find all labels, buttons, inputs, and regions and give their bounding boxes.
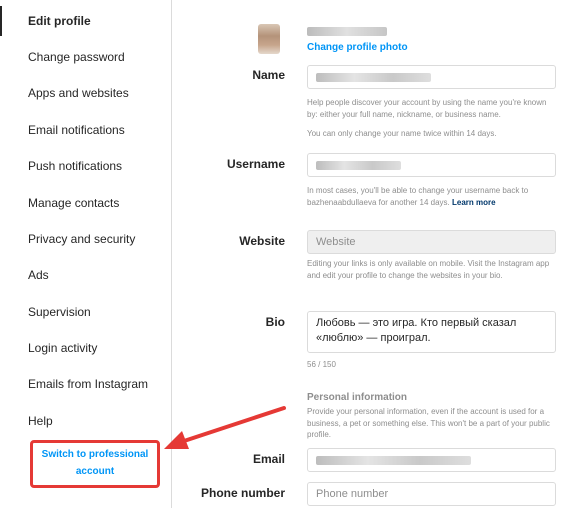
settings-sidebar: Edit profile Change password Apps and we… <box>0 0 172 508</box>
sidebar-item-emails-from-instagram[interactable]: Emails from Instagram <box>0 369 171 399</box>
learn-more-link[interactable]: Learn more <box>452 198 496 207</box>
name-change-limit-text: You can only change your name twice with… <box>307 129 497 138</box>
name-label: Name <box>252 68 285 82</box>
sidebar-item-email-notifications[interactable]: Email notifications <box>0 115 171 145</box>
sidebar-item-edit-profile[interactable]: Edit profile <box>0 6 171 36</box>
switch-to-professional-link[interactable]: Switch to professional account <box>33 443 157 480</box>
name-value-blurred <box>316 72 431 82</box>
website-input: Website <box>307 230 556 254</box>
sidebar-item-apps-and-websites[interactable]: Apps and websites <box>0 78 171 108</box>
sidebar-item-login-activity[interactable]: Login activity <box>0 333 171 363</box>
personal-information-heading: Personal information <box>307 392 408 403</box>
name-help-text: Help people discover your account by usi… <box>307 98 547 119</box>
sidebar-item-manage-contacts[interactable]: Manage contacts <box>0 188 171 218</box>
username-label: Username <box>226 157 285 171</box>
sidebar-item-push-notifications[interactable]: Push notifications <box>0 151 171 181</box>
sidebar-item-help[interactable]: Help <box>0 406 171 436</box>
change-profile-photo-link[interactable]: Change profile photo <box>307 42 408 53</box>
phone-number-label: Phone number <box>200 486 285 500</box>
bio-textarea[interactable]: Любовь — это игра. Кто первый сказал «лю… <box>307 311 556 353</box>
bio-label: Bio <box>265 315 285 329</box>
sidebar-item-supervision[interactable]: Supervision <box>0 297 171 327</box>
email-input[interactable] <box>307 448 556 472</box>
personal-information-help: Provide your personal information, even … <box>307 407 550 439</box>
bio-character-counter: 56 / 150 <box>307 360 336 369</box>
username-input[interactable] <box>307 153 556 177</box>
phone-number-input[interactable]: Phone number <box>307 482 556 506</box>
name-input[interactable] <box>307 65 556 89</box>
email-label: Email <box>252 452 285 466</box>
sidebar-item-ads[interactable]: Ads <box>0 260 171 290</box>
edit-profile-page: Edit profile Change password Apps and we… <box>0 0 568 508</box>
sidebar-item-change-password[interactable]: Change password <box>0 42 171 72</box>
username-help-text: In most cases, you'll be able to change … <box>307 185 559 208</box>
username-value-blurred <box>316 160 401 170</box>
sidebar-item-privacy-and-security[interactable]: Privacy and security <box>0 224 171 254</box>
website-help-text: Editing your links is only available on … <box>307 259 550 280</box>
website-label: Website <box>239 234 285 248</box>
username-display-blurred <box>307 27 387 36</box>
annotation-arrow-icon <box>164 406 286 449</box>
profile-avatar[interactable] <box>258 24 280 54</box>
email-value-blurred <box>316 455 471 465</box>
